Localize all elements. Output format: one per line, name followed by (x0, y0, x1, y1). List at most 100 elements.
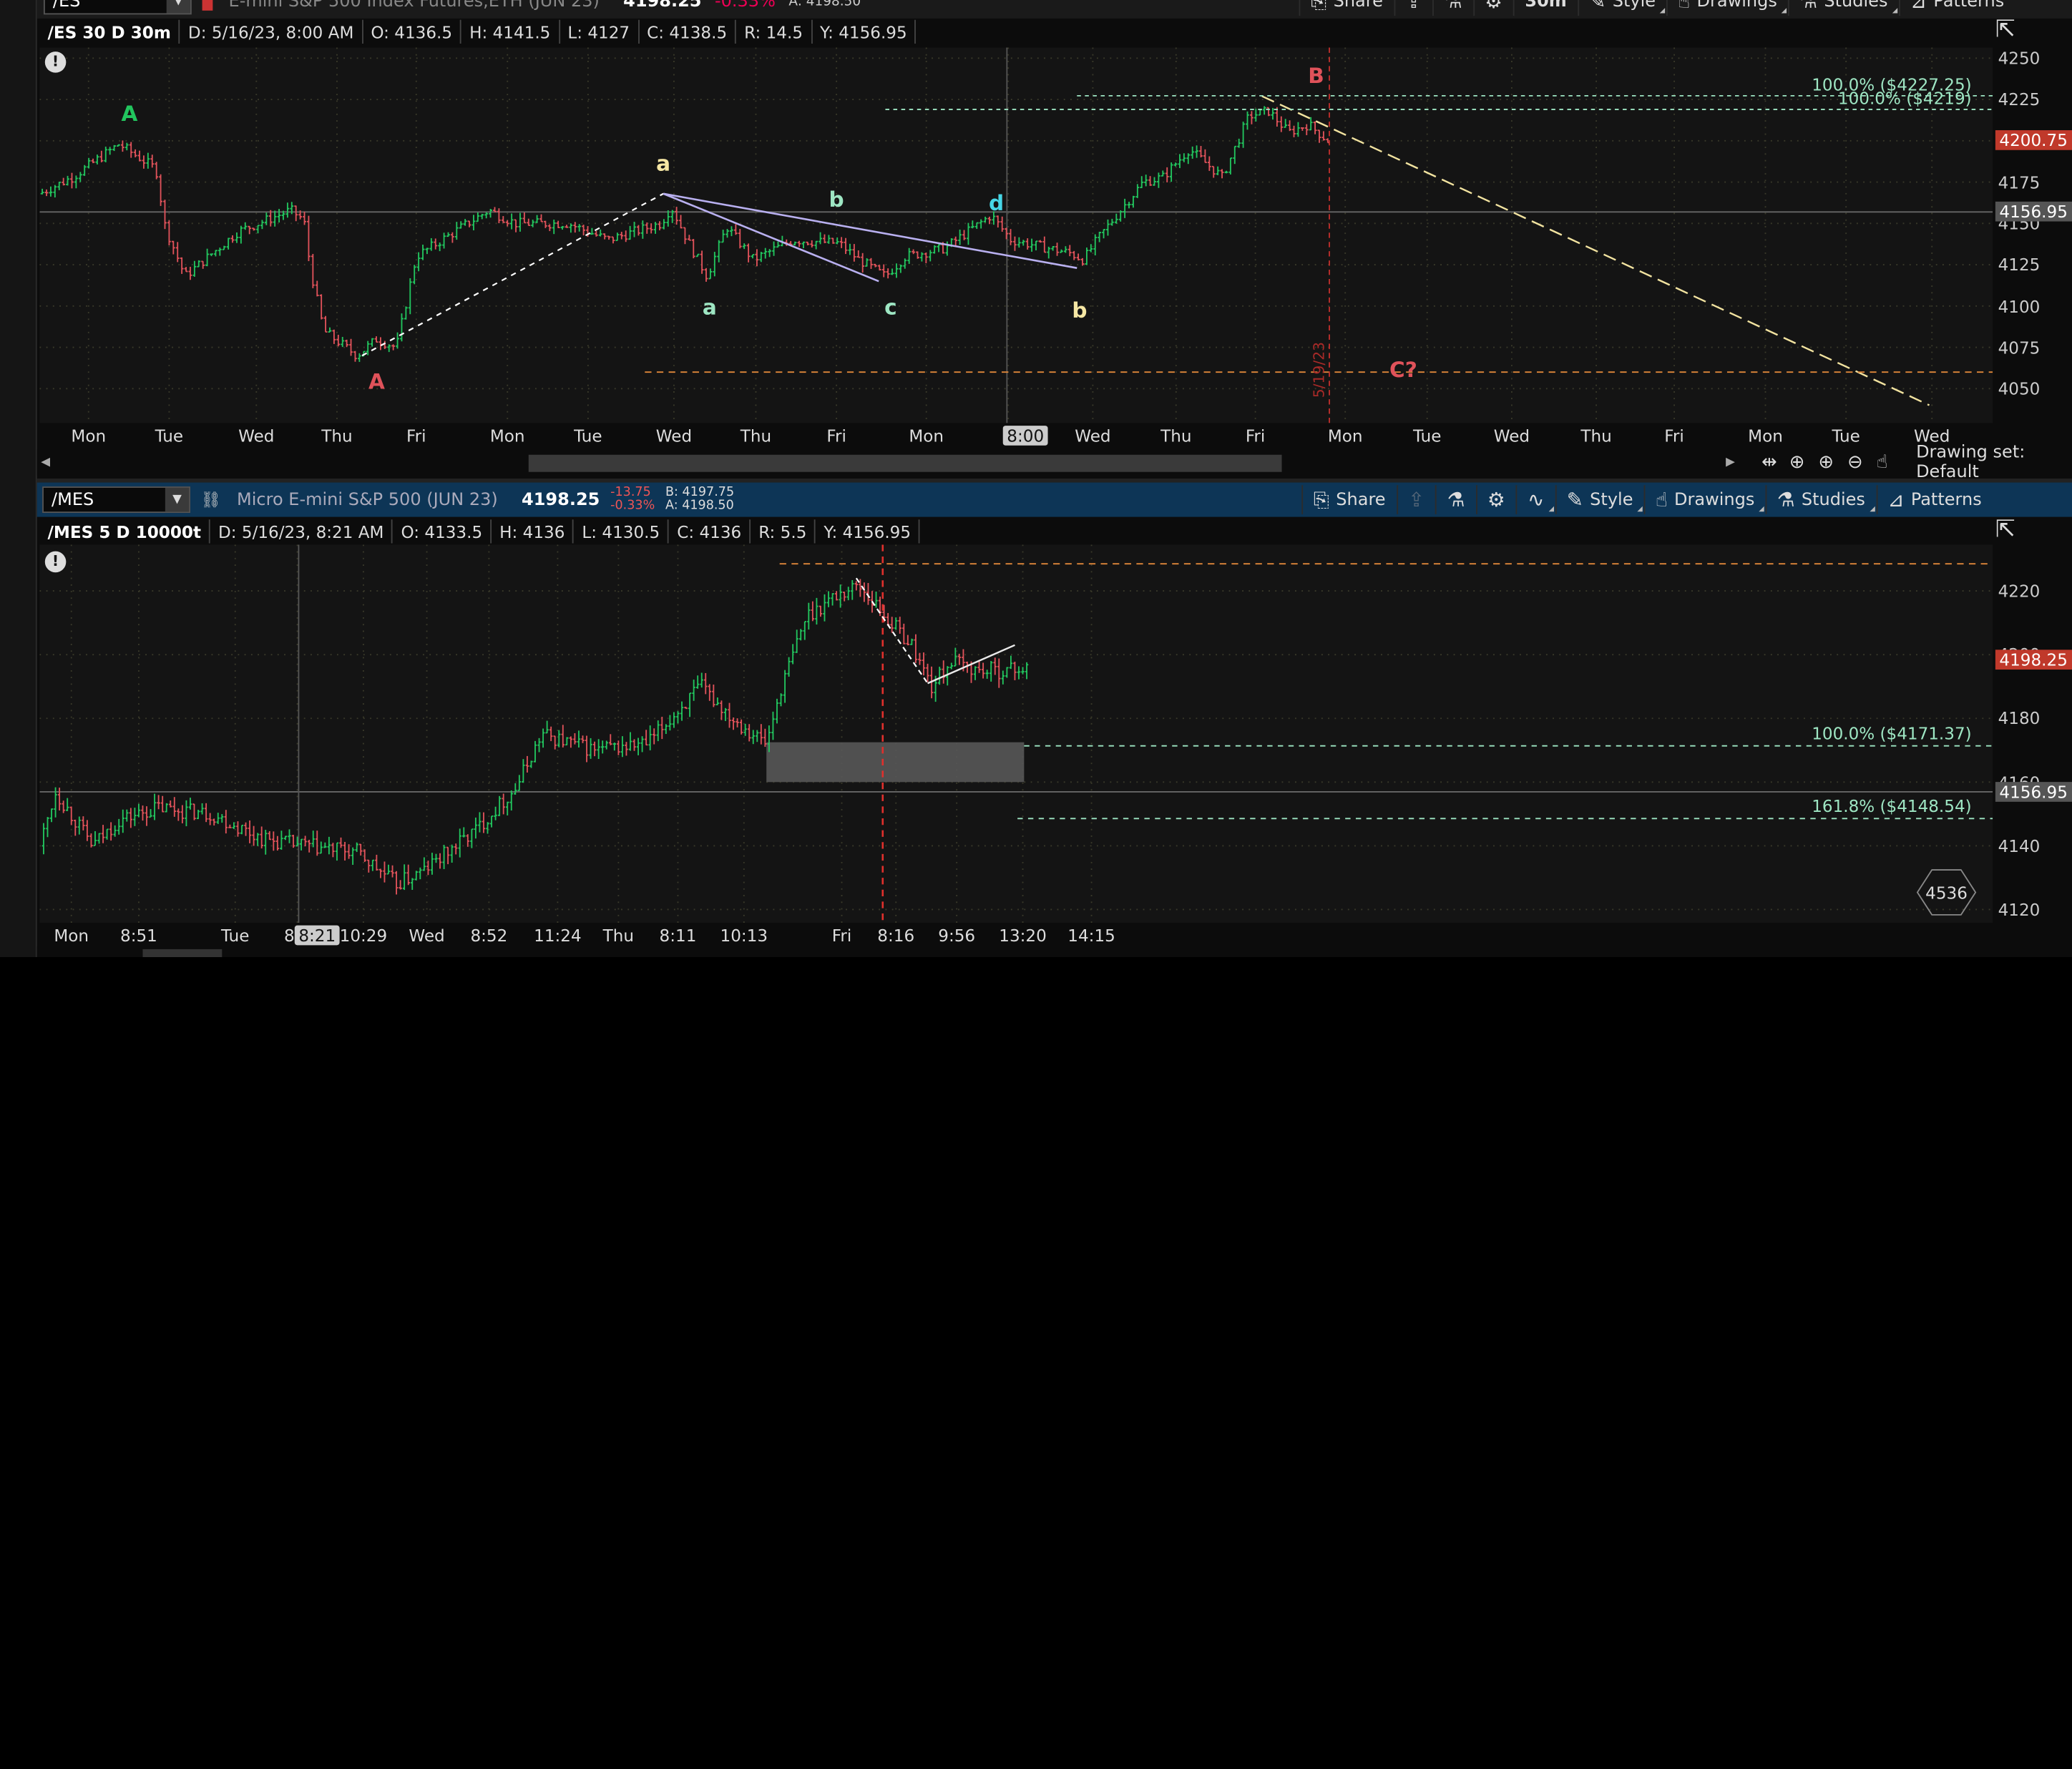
x-tick-label: Mon (54, 925, 89, 946)
scroll-right-icon[interactable]: ▶ (1726, 456, 1735, 469)
zoom-in-icon[interactable]: ⊕ (1818, 452, 1834, 474)
bottom-description: Micro E-mini S&P 500 (JUN 23) (237, 489, 498, 510)
top-info-open: O: 4136.5 (363, 19, 462, 44)
left-sidebar (0, 0, 37, 958)
share-icon: ⎘ (1313, 487, 1330, 512)
tick-count-label: 4536 (1925, 882, 1968, 903)
export-icon: ⇪ (1407, 487, 1425, 512)
bottom-info-date: D: 5/16/23, 8:21 AM (210, 519, 394, 544)
trendline-upper (663, 192, 1077, 269)
top-share-button[interactable]: ⎘ Share (1299, 0, 1394, 16)
x-tick-label: Tue (155, 426, 184, 446)
bottom-info-range: R: 5.5 (751, 519, 816, 544)
x-tick-label: Fri (826, 426, 846, 446)
bottom-y-axis[interactable]: 4220420041804160414041204198.254156.95 (1993, 544, 2072, 923)
top-patterns-button[interactable]: ⊿ Patterns (1898, 0, 2015, 16)
crosshair-price-tag: 4156.95 (1995, 782, 2072, 802)
gear-icon: ⚙ (1485, 0, 1502, 14)
trendline-lower (663, 192, 879, 283)
bottom-export-button[interactable]: ⇪ (1396, 485, 1435, 514)
x-tick-label: 8:51 (119, 925, 157, 946)
collapse-icon[interactable]: ⇱ (1995, 516, 2015, 544)
top-ask: A: 4198.50 (788, 0, 861, 9)
y-tick-label: 4175 (1998, 172, 2041, 192)
x-tick-label: Mon (909, 426, 944, 446)
warning-icon[interactable]: ! (44, 52, 67, 73)
bottom-chart-svg: 100.0% ($4171.37) 161.8% ($4148.54) (39, 544, 1993, 923)
top-flask-button[interactable]: ⚗ (1432, 0, 1472, 16)
price-tag: 4198.25 (1995, 650, 2072, 670)
bottom-share-button[interactable]: ⎘ Share (1301, 485, 1396, 514)
top-symbol-input[interactable]: /ES ▼ (43, 0, 192, 15)
top-timeframe-button[interactable]: 30m (1513, 0, 1578, 16)
y-tick-label: 4050 (1998, 378, 2041, 399)
top-settings-button[interactable]: ⚙ (1472, 0, 1513, 16)
flask-icon: ⚗ (1777, 487, 1795, 512)
export-icon: ⇪ (1405, 0, 1422, 14)
x-tick-label: 8:11 (659, 925, 697, 946)
x-tick-label: Mon (1327, 426, 1363, 446)
style-icon: ✎ (1589, 0, 1606, 14)
x-tick-label: Thu (1580, 426, 1612, 446)
top-x-axis[interactable]: MonTueWedThuFriMonTueWedThuFriMonTWedThu… (39, 426, 1993, 447)
top-description: E-mini S&P 500 Index Futures,ETH (JUN 23… (228, 0, 600, 11)
wave-label: A (122, 102, 138, 126)
patterns-icon: ⊿ (1910, 0, 1927, 14)
crosshair-icon[interactable]: ⊕ (1789, 452, 1805, 474)
fib-label-1: 100.0% ($4171.37) (1812, 725, 1971, 743)
patterns-icon: ⊿ (1887, 487, 1905, 512)
x-tick-label: Wed (238, 426, 275, 446)
x-tick-label: Wed (1075, 426, 1111, 446)
link-icon[interactable]: ⛓ (201, 491, 221, 509)
bottom-drawings-button[interactable]: ☝ Drawings (1643, 485, 1765, 514)
gear-icon: ⚙ (1487, 487, 1505, 512)
crosshair-time-label: 8:00 (1002, 426, 1048, 446)
bottom-patterns-button[interactable]: ⊿ Patterns (1875, 485, 1993, 514)
y-tick-label: 4075 (1998, 337, 2041, 358)
drawing-set-label[interactable]: Drawing set: Default (1916, 443, 2072, 482)
pan-hand-icon[interactable]: ☝ (1877, 452, 1888, 474)
bottom-settings-button[interactable]: ⚙ (1475, 485, 1515, 514)
bottom-x-axis[interactable]: Mon8:51Tue8:010:29Wed8:5211:24Thu8:1110:… (39, 925, 1993, 947)
bottom-scrollbar[interactable] (36, 946, 2072, 958)
bottom-chart-area[interactable]: 100.0% ($4171.37) 161.8% ($4148.54) ! 453… (39, 544, 1993, 923)
y-tick-label: 4140 (1998, 836, 2041, 856)
top-studies-button[interactable]: ⚗ Studies (1787, 0, 1899, 16)
top-export-button[interactable]: ⇪ (1393, 0, 1433, 16)
x-tick-label: Mon (489, 426, 525, 446)
bottom-indicator-button[interactable]: ∿ (1515, 485, 1555, 514)
scroll-left-icon[interactable]: ◀ (41, 456, 50, 469)
bottom-chart-title: /MES 5 D 10000t (39, 519, 210, 544)
chevron-down-icon[interactable]: ▼ (165, 487, 190, 512)
bottom-scrollbar-thumb[interactable] (142, 949, 223, 958)
collapse-icon[interactable]: ⇱ (1995, 16, 2015, 44)
y-tick-label: 4125 (1998, 255, 2041, 275)
bottom-studies-button[interactable]: ⚗ Studies (1765, 485, 1876, 514)
expand-icon[interactable]: ⇹ (1761, 452, 1777, 474)
chevron-down-icon[interactable]: ▼ (166, 0, 190, 14)
x-tick-label: 8:16 (877, 925, 915, 946)
zoom-out-icon[interactable]: ⊖ (1847, 452, 1863, 474)
share-icon: ⎘ (1311, 0, 1327, 14)
x-tick-label: Wed (655, 426, 693, 446)
bottom-style-button[interactable]: ✎ Style (1555, 485, 1643, 514)
bottom-info-high: H: 4136 (492, 519, 575, 544)
top-info-date: D: 5/16/23, 8:00 AM (180, 19, 363, 44)
top-chart-svg: 5/19/23100.0% ($4227.25)100.0% ($4219)AA… (39, 47, 1993, 423)
thinkorswim-window: /ES ▼ E-mini S&P 500 Index Futures,ETH (J… (0, 0, 2072, 958)
x-tick-label: 10:13 (720, 925, 768, 946)
bottom-flask-button[interactable]: ⚗ (1435, 485, 1475, 514)
top-chart-area[interactable]: 5/19/23 100.0% ($4227.25) 100.0% ($4219) A A… (39, 47, 1993, 423)
x-tick-label: 8:52 (470, 925, 508, 946)
bottom-symbol-input[interactable]: /MES ▼ (42, 486, 190, 514)
x-tick-label: Fri (1664, 426, 1684, 446)
x-tick-label: Tue (1412, 426, 1442, 446)
bottom-ask: A: 4198.50 (665, 498, 734, 514)
top-y-axis[interactable]: 4250422542004175415041254100407540504200… (1993, 48, 2072, 423)
top-drawings-button[interactable]: ☝ Drawings (1666, 0, 1788, 16)
bottom-info-open: O: 4133.5 (393, 519, 492, 544)
x-tick-label: Thu (321, 426, 353, 446)
top-style-button[interactable]: ✎ Style (1577, 0, 1666, 16)
warning-icon[interactable]: ! (44, 551, 67, 573)
top-scrollbar-thumb[interactable] (528, 454, 1282, 472)
